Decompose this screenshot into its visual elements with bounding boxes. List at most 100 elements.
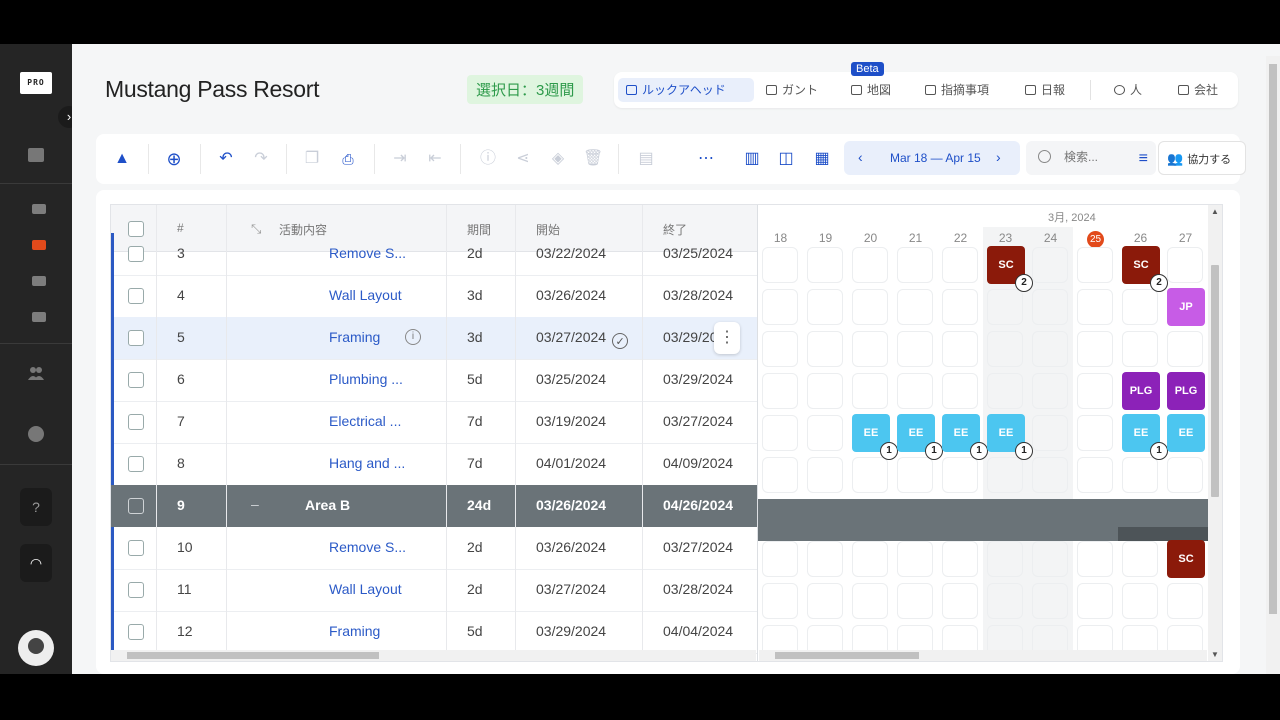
gantt-cell[interactable] bbox=[1032, 331, 1068, 367]
gantt-cell[interactable] bbox=[762, 457, 798, 493]
gantt-cell[interactable] bbox=[942, 583, 978, 619]
gantt-cell[interactable] bbox=[852, 583, 888, 619]
start-date-cell[interactable]: 03/26/2024 bbox=[536, 497, 606, 513]
gantt-cell[interactable] bbox=[807, 457, 843, 493]
start-date-cell[interactable]: 03/25/2024 bbox=[536, 371, 606, 387]
help-icon[interactable]: ? bbox=[20, 488, 52, 526]
calendar-icon[interactable]: ▦ bbox=[812, 149, 832, 169]
projects-icon[interactable] bbox=[28, 148, 44, 162]
gantt-cell[interactable] bbox=[807, 331, 843, 367]
support-headset-icon[interactable]: ◠ bbox=[20, 544, 52, 582]
gantt-cell[interactable] bbox=[762, 331, 798, 367]
folder-active-icon[interactable] bbox=[32, 240, 46, 250]
row-menu-button[interactable]: ⋮ bbox=[714, 322, 740, 354]
folder-icon[interactable] bbox=[32, 204, 46, 214]
gantt-cell[interactable] bbox=[987, 373, 1023, 409]
crew-task-block[interactable]: EE 1 bbox=[897, 414, 943, 460]
gantt-cell[interactable] bbox=[1077, 331, 1113, 367]
activity-name[interactable]: Electrical ... bbox=[329, 413, 401, 429]
activity-name[interactable]: Area B bbox=[305, 497, 350, 513]
crew-task-block[interactable]: JP bbox=[1167, 288, 1205, 326]
activity-name[interactable]: Framing bbox=[329, 623, 380, 639]
activity-name[interactable]: Wall Layout bbox=[329, 287, 402, 303]
table-row[interactable]: 5 Framing i 3d 03/27/2024 ✓ 03/29/2024 ⋮ bbox=[111, 317, 758, 360]
gantt-horizontal-scrollbar[interactable] bbox=[759, 650, 1207, 661]
gantt-cell[interactable] bbox=[1077, 247, 1113, 283]
gantt-cell[interactable] bbox=[942, 541, 978, 577]
end-date-cell[interactable]: 04/04/2024 bbox=[663, 623, 733, 639]
start-date-cell[interactable]: 03/26/2024 bbox=[536, 287, 606, 303]
gantt-cell[interactable] bbox=[807, 247, 843, 283]
redo-icon[interactable]: ↷ bbox=[251, 149, 271, 169]
gantt-cell[interactable] bbox=[762, 541, 798, 577]
row-checkbox[interactable] bbox=[128, 582, 144, 598]
gantt-cell[interactable] bbox=[987, 583, 1023, 619]
duration-cell[interactable]: 3d bbox=[467, 329, 483, 345]
vertical-scroll-thumb[interactable] bbox=[1211, 265, 1219, 497]
scroll-up-icon[interactable]: ▲ bbox=[1211, 207, 1219, 216]
activity-name[interactable]: Plumbing ... bbox=[329, 371, 403, 387]
crew-task-block[interactable]: EE 1 bbox=[1122, 414, 1168, 460]
gantt-cell[interactable] bbox=[807, 541, 843, 577]
gantt-scroll-thumb[interactable] bbox=[775, 652, 919, 659]
gantt-cell[interactable] bbox=[987, 289, 1023, 325]
print-icon[interactable]: ⎙ bbox=[338, 149, 358, 169]
gantt-cell[interactable] bbox=[897, 247, 933, 283]
next-range-icon[interactable]: › bbox=[996, 149, 1001, 165]
gantt-cell[interactable] bbox=[852, 247, 888, 283]
collapse-group-icon[interactable]: – bbox=[251, 496, 259, 512]
date-range-picker[interactable]: ‹ Mar 18 — Apr 15 › bbox=[844, 141, 1020, 175]
gantt-cell[interactable] bbox=[1077, 289, 1113, 325]
row-checkbox[interactable] bbox=[128, 624, 144, 640]
end-date-cell[interactable]: 03/28/2024 bbox=[663, 581, 733, 597]
gantt-cell[interactable] bbox=[1032, 247, 1068, 283]
reports-icon[interactable] bbox=[28, 426, 44, 442]
gantt-cell[interactable] bbox=[807, 373, 843, 409]
gantt-cell[interactable] bbox=[987, 457, 1023, 493]
crew-task-block[interactable]: EE 1 bbox=[942, 414, 988, 460]
copy-icon[interactable]: ❐ bbox=[302, 149, 322, 169]
crew-task-block[interactable]: SC 2 bbox=[987, 246, 1033, 292]
delete-icon[interactable]: 🗑 bbox=[583, 149, 603, 169]
end-date-cell[interactable]: 04/26/2024 bbox=[663, 497, 733, 513]
gantt-cell[interactable] bbox=[942, 373, 978, 409]
crew-task-block[interactable]: EE 1 bbox=[987, 414, 1033, 460]
vertical-scrollbar[interactable]: ▲ ▼ bbox=[1208, 205, 1222, 661]
gantt-cell[interactable] bbox=[1122, 457, 1158, 493]
group-summary-bar[interactable] bbox=[1118, 527, 1222, 541]
duration-cell[interactable]: 2d bbox=[467, 245, 483, 261]
scroll-down-icon[interactable]: ▼ bbox=[1211, 650, 1219, 659]
folder-icon[interactable] bbox=[32, 276, 46, 286]
share-icon[interactable]: ⋖ bbox=[513, 149, 533, 169]
paint-bucket-icon[interactable]: ◈ bbox=[548, 149, 568, 169]
check-circle-icon[interactable]: ✓ bbox=[612, 333, 629, 349]
page-scroll-thumb[interactable] bbox=[1269, 64, 1277, 614]
end-date-cell[interactable]: 03/27/2024 bbox=[663, 413, 733, 429]
gantt-cell[interactable] bbox=[807, 289, 843, 325]
warning-icon[interactable]: ▲ bbox=[112, 149, 132, 169]
gantt-cell[interactable] bbox=[852, 541, 888, 577]
start-date-cell[interactable]: 03/27/2024 bbox=[536, 581, 606, 597]
gantt-cell[interactable] bbox=[1122, 541, 1158, 577]
gantt-cell[interactable] bbox=[897, 583, 933, 619]
start-date-cell[interactable]: 03/27/2024 ✓ bbox=[536, 329, 629, 349]
tab-people[interactable]: 人 bbox=[1106, 78, 1150, 102]
activity-name[interactable]: Wall Layout bbox=[329, 581, 402, 597]
crew-task-block[interactable]: SC bbox=[1167, 540, 1205, 578]
gantt-cell[interactable] bbox=[1122, 289, 1158, 325]
gantt-cell[interactable] bbox=[1032, 583, 1068, 619]
row-checkbox[interactable] bbox=[128, 456, 144, 472]
table-row[interactable]: 7 Electrical ... 7d 03/19/2024 03/27/2024 bbox=[111, 401, 758, 444]
end-date-cell[interactable]: 03/28/2024 bbox=[663, 287, 733, 303]
gantt-cell[interactable] bbox=[852, 457, 888, 493]
split-view-icon[interactable]: ◫ bbox=[776, 149, 796, 169]
row-checkbox[interactable] bbox=[128, 330, 144, 346]
table-row[interactable]: 6 Plumbing ... 5d 03/25/2024 03/29/2024 bbox=[111, 359, 758, 402]
more-options-icon[interactable]: ⋯ bbox=[696, 149, 716, 169]
page-scrollbar[interactable] bbox=[1266, 56, 1280, 674]
gantt-cell[interactable] bbox=[762, 289, 798, 325]
outdent-icon[interactable]: ⇤ bbox=[425, 149, 445, 169]
gantt-cell[interactable] bbox=[942, 457, 978, 493]
duration-cell[interactable]: 7d bbox=[467, 413, 483, 429]
indent-icon[interactable]: ⇥ bbox=[390, 149, 410, 169]
